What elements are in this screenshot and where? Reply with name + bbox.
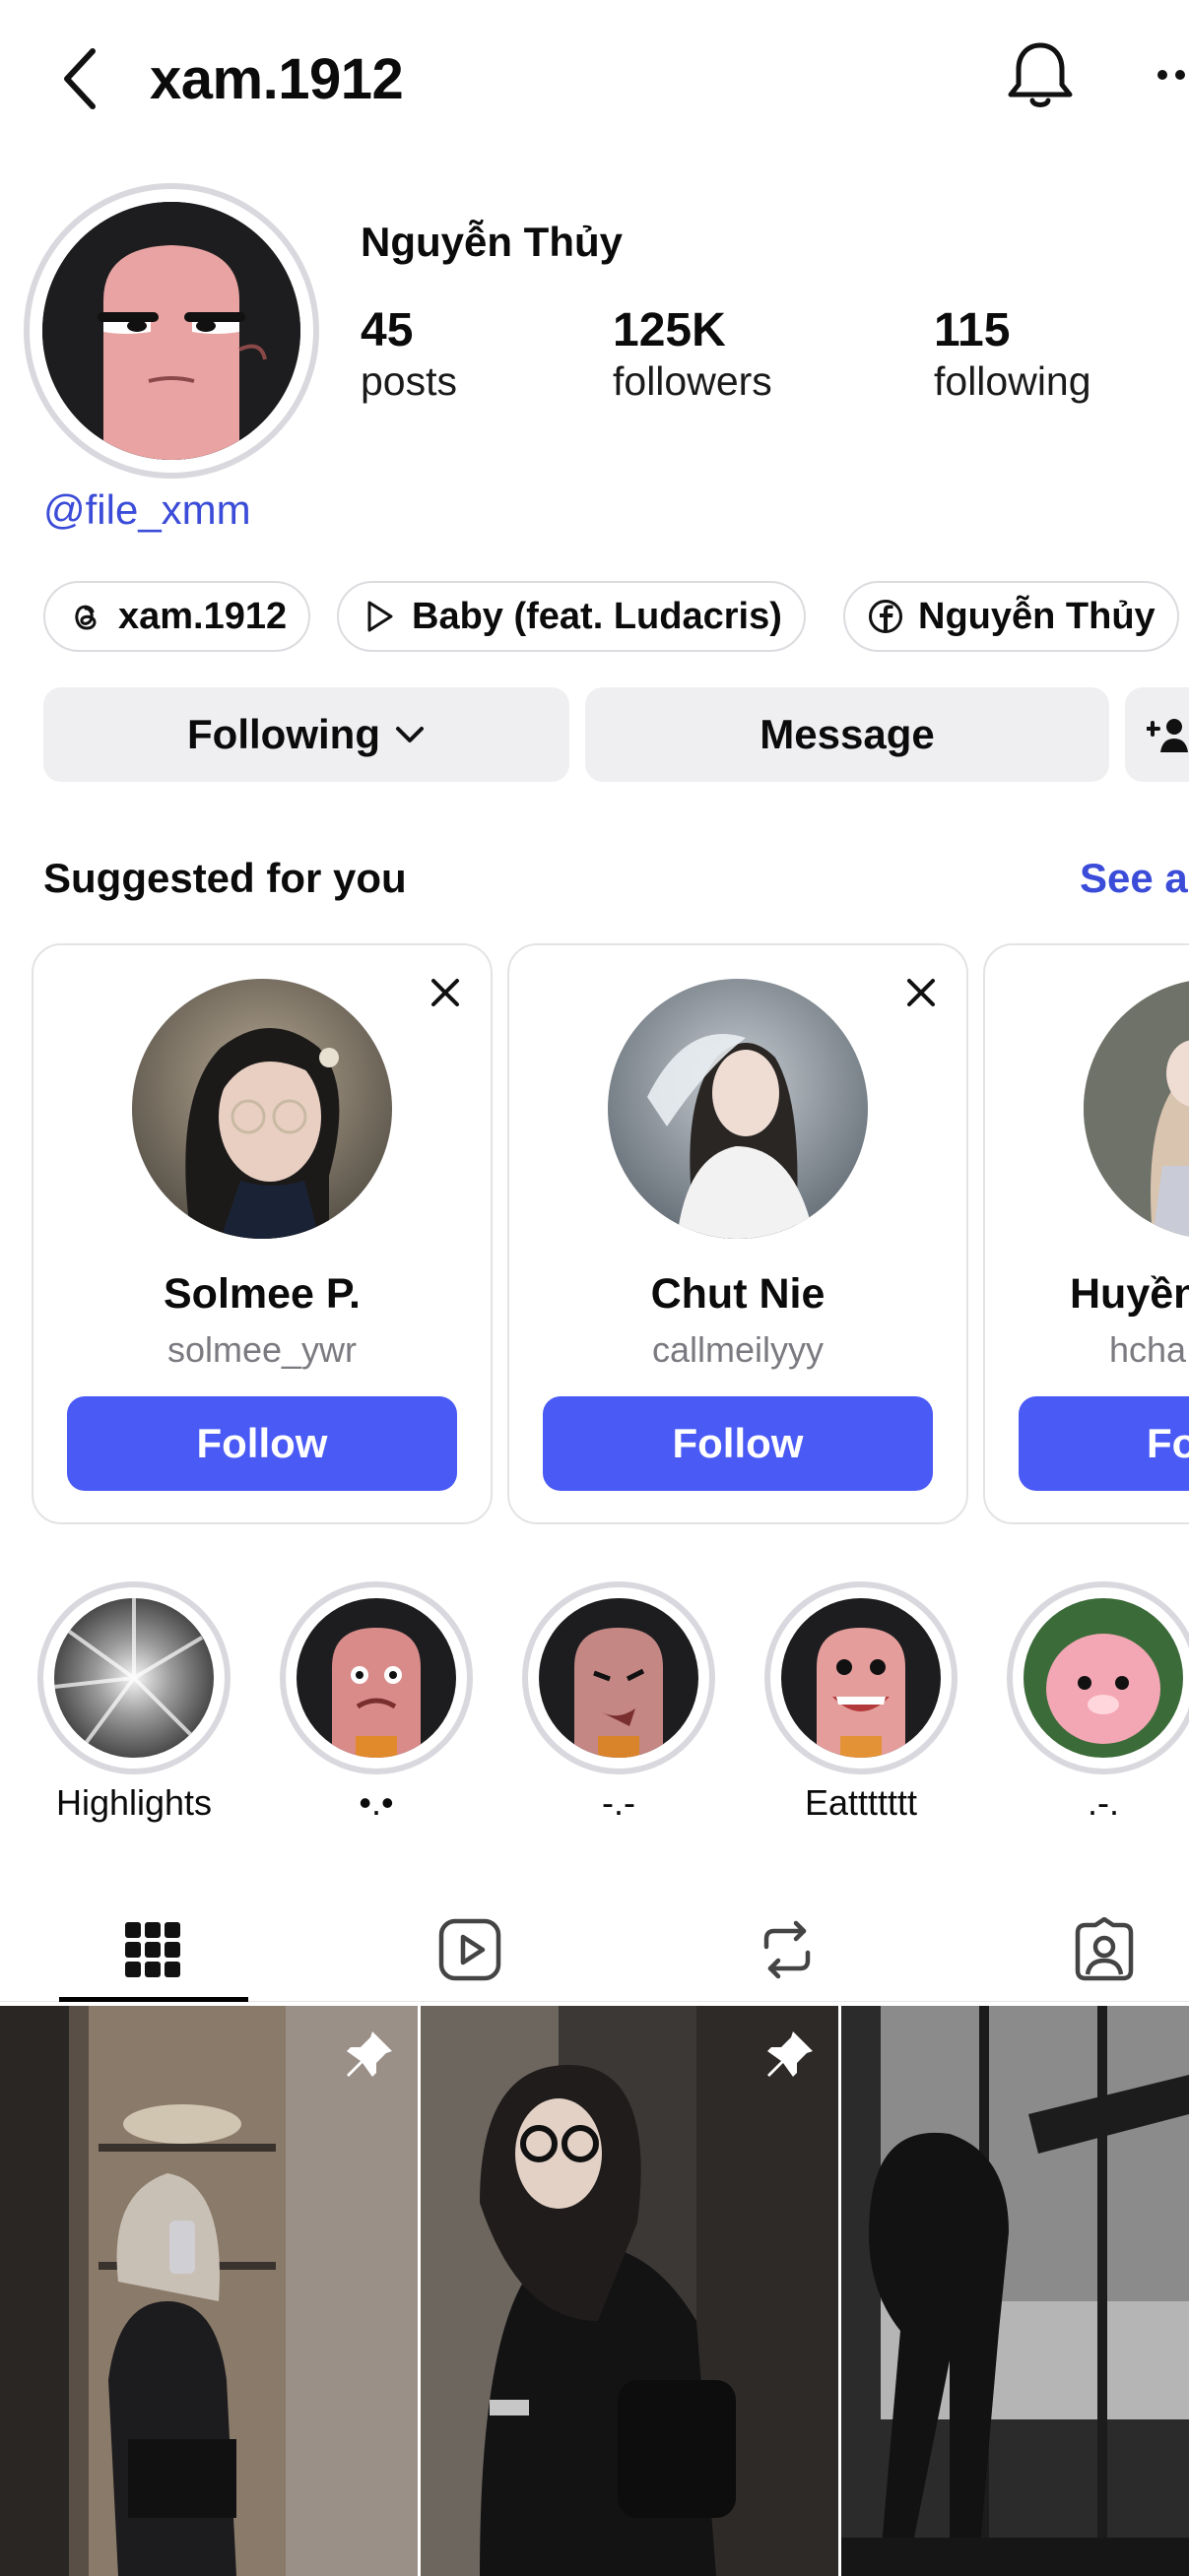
grid-icon <box>125 1922 180 1977</box>
close-icon <box>907 979 935 1006</box>
suggested-title: Suggested for you <box>43 855 407 901</box>
highlight-item[interactable]: -.- <box>522 1581 715 1823</box>
highlight-ring <box>522 1581 715 1774</box>
stat-label: followers <box>613 357 772 404</box>
profile-link[interactable]: @file_xmm <box>43 486 251 534</box>
suggestion-username: solmee_ywr <box>166 1329 358 1370</box>
highlight-label: Highlights <box>55 1782 213 1823</box>
highlight-item[interactable]: Highlights <box>37 1581 231 1823</box>
dismiss-button[interactable] <box>426 973 465 1012</box>
chip-label: Baby (feat. Ludacris) <box>412 595 782 637</box>
highlight-cover <box>781 1598 941 1758</box>
post-thumbnail[interactable] <box>421 2006 838 2576</box>
threads-chip[interactable]: xam.1912 <box>43 581 311 652</box>
threads-icon <box>67 598 104 635</box>
suggestion-username: hcha <box>1109 1329 1187 1370</box>
highlight-cover <box>539 1598 698 1758</box>
tab-posts-grid[interactable] <box>59 1900 246 1999</box>
suggestion-avatar <box>1084 979 1189 1239</box>
reels-icon <box>438 1918 501 1981</box>
highlight-cover <box>54 1598 214 1758</box>
highlight-label: •.• <box>359 1782 394 1823</box>
tab-reels[interactable] <box>376 1900 563 1999</box>
back-button[interactable] <box>51 39 110 118</box>
stat-value: 45 <box>361 304 414 356</box>
highlight-item[interactable]: Eattttttt <box>764 1581 958 1823</box>
add-user-icon <box>1147 719 1188 752</box>
stat-label: posts <box>361 357 457 404</box>
highlight-ring <box>37 1581 231 1774</box>
tagged-icon <box>1075 1917 1134 1981</box>
highlight-label: .-. <box>1088 1782 1119 1823</box>
chevron-down-icon <box>395 727 424 742</box>
stat-followers[interactable]: 125K followers <box>613 304 772 406</box>
message-label: Message <box>760 711 935 757</box>
highlight-cover <box>297 1598 456 1758</box>
more-horizontal-icon <box>1157 70 1185 80</box>
highlight-item[interactable]: .-. <box>1007 1581 1189 1823</box>
stat-value: 125K <box>613 304 726 356</box>
chip-label: xam.1912 <box>118 595 288 637</box>
highlight-cover <box>1024 1598 1183 1758</box>
highlight-ring <box>280 1581 473 1774</box>
play-icon <box>361 598 398 635</box>
suggestion-name: Huyền <box>1070 1270 1189 1318</box>
suggestion-name: Chut Nie <box>650 1270 826 1318</box>
suggestion-username: callmeilyyy <box>651 1329 825 1370</box>
profile-avatar[interactable] <box>24 183 319 479</box>
follow-button[interactable]: Follow <box>543 1396 933 1491</box>
suggestion-card[interactable]: Chut Nie callmeilyyy Follow <box>507 943 968 1524</box>
see-all-link[interactable]: See all <box>1080 855 1189 902</box>
tab-tagged[interactable] <box>1011 1900 1189 1999</box>
following-label: Following <box>187 711 380 757</box>
pin-icon <box>343 2028 396 2081</box>
post-thumbnail[interactable] <box>0 2006 418 2576</box>
following-button[interactable]: Following <box>43 687 569 782</box>
more-options-button[interactable] <box>1151 55 1189 95</box>
suggestion-avatar <box>608 979 868 1239</box>
suggest-people-button[interactable] <box>1125 687 1189 782</box>
stat-label: following <box>934 357 1091 404</box>
dismiss-button[interactable] <box>901 973 941 1012</box>
stat-following[interactable]: 115 following <box>934 304 1091 406</box>
suggestion-card[interactable]: Solmee P. solmee_ywr Follow <box>32 943 493 1524</box>
page-title: xam.1912 <box>150 46 404 111</box>
avatar <box>42 202 300 460</box>
post-thumbnail[interactable] <box>841 2006 1189 2576</box>
chip-label: Nguyễn Thủy <box>918 595 1156 637</box>
display-name: Nguyễn Thủy <box>361 219 624 265</box>
active-tab-indicator <box>59 1997 248 2002</box>
highlight-label: -.- <box>602 1782 635 1823</box>
facebook-chip[interactable]: Nguyễn Thủy <box>843 581 1179 652</box>
tab-reposts[interactable] <box>694 1900 881 1999</box>
stat-posts[interactable]: 45 posts <box>361 304 457 406</box>
pin-icon <box>763 2028 817 2081</box>
message-button[interactable]: Message <box>585 687 1109 782</box>
suggestion-card[interactable]: Huyền hcha Follow <box>983 943 1189 1524</box>
stat-value: 115 <box>934 304 1011 356</box>
chevron-left-icon <box>64 48 96 109</box>
highlight-ring <box>764 1581 958 1774</box>
highlight-label: Eattttttt <box>804 1782 918 1823</box>
bell-icon <box>1008 42 1073 107</box>
music-chip[interactable]: Baby (feat. Ludacris) <box>337 581 806 652</box>
follow-button[interactable]: Follow <box>67 1396 457 1491</box>
facebook-icon <box>867 598 904 635</box>
follow-button[interactable]: Follow <box>1019 1396 1189 1491</box>
highlight-item[interactable]: •.• <box>280 1581 473 1823</box>
close-icon <box>431 979 459 1006</box>
highlight-ring <box>1007 1581 1189 1774</box>
suggestion-name: Solmee P. <box>164 1270 361 1318</box>
notifications-button[interactable] <box>1001 35 1080 114</box>
repost-icon <box>763 1920 811 1979</box>
suggestion-avatar <box>132 979 392 1239</box>
